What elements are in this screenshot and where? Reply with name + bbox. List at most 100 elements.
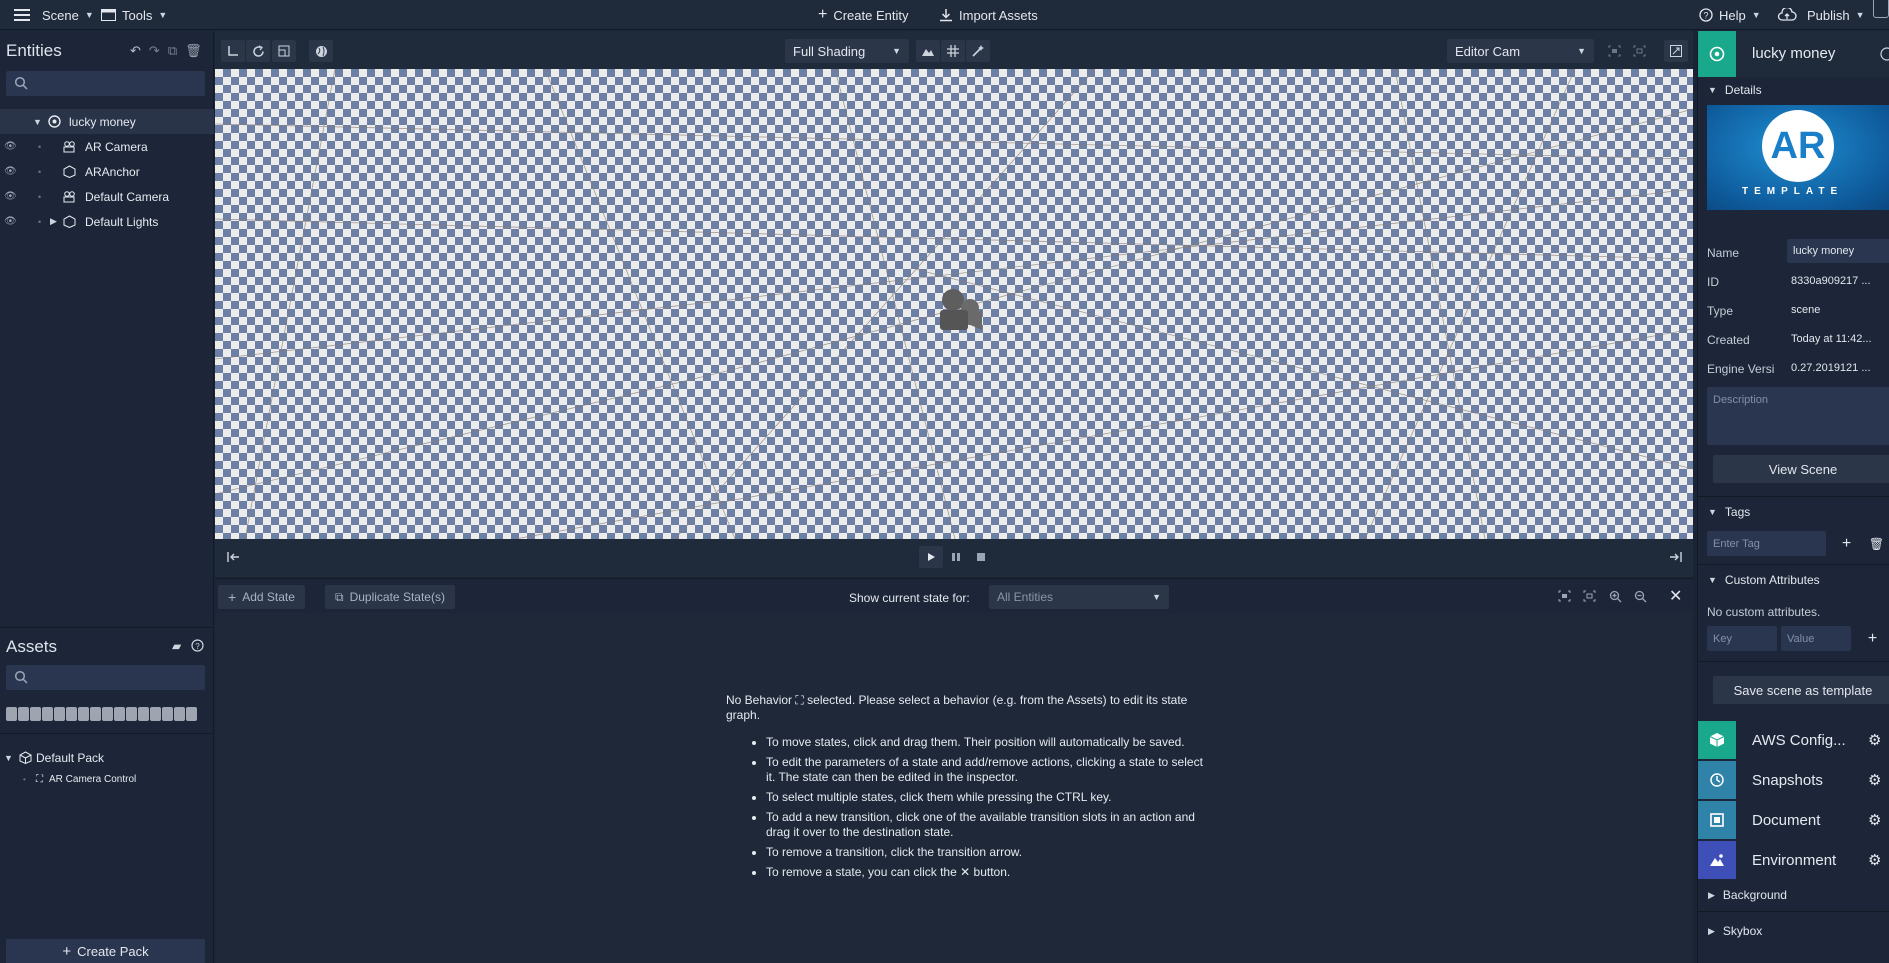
state-graph-canvas[interactable]: No Behavior ⛶ selected. Please select a … bbox=[215, 613, 1693, 963]
view-scene-button[interactable]: View Scene bbox=[1713, 455, 1889, 483]
create-pack-button[interactable]: + Create Pack bbox=[6, 939, 205, 963]
duplicate-icon[interactable]: ⧉ bbox=[168, 43, 177, 59]
filter-icon[interactable] bbox=[6, 707, 17, 721]
scene-viewport[interactable] bbox=[215, 69, 1693, 539]
filter-icon[interactable] bbox=[186, 707, 197, 721]
eye-icon[interactable]: 👁 bbox=[4, 216, 18, 227]
filter-icon[interactable] bbox=[30, 707, 41, 721]
import-assets-button[interactable]: Import Assets bbox=[939, 0, 1038, 30]
tree-item-default-camera[interactable]: 👁 • Default Camera bbox=[0, 184, 214, 209]
add-state-button[interactable]: + Add State bbox=[218, 585, 305, 609]
assets-search-input[interactable] bbox=[6, 665, 205, 690]
scene-menu[interactable]: Scene ▼ bbox=[14, 0, 94, 30]
fit-selection-icon[interactable] bbox=[1602, 40, 1626, 62]
filter-icon[interactable] bbox=[138, 707, 149, 721]
fit-all-icon[interactable] bbox=[1627, 40, 1651, 62]
tree-item-root[interactable]: ▼ lucky money bbox=[0, 109, 214, 134]
tools-menu[interactable]: Tools ▼ bbox=[101, 0, 167, 30]
filter-icon[interactable] bbox=[18, 707, 29, 721]
filter-icon[interactable] bbox=[66, 707, 77, 721]
filter-icon[interactable] bbox=[126, 707, 137, 721]
zoom-out-icon[interactable] bbox=[1628, 585, 1652, 607]
tag-input[interactable]: Enter Tag bbox=[1707, 531, 1826, 556]
close-icon[interactable]: ✕ bbox=[1669, 586, 1682, 606]
gear-icon[interactable]: ⚙ bbox=[1868, 771, 1881, 789]
eye-icon[interactable]: 👁 bbox=[4, 191, 18, 202]
help-menu[interactable]: ? Help ▼ bbox=[1699, 0, 1761, 30]
stop-button[interactable] bbox=[969, 546, 993, 568]
play-button[interactable] bbox=[919, 546, 943, 568]
scale-tool-icon[interactable] bbox=[272, 40, 296, 62]
globe-icon[interactable] bbox=[309, 40, 333, 62]
fit-selection-icon[interactable] bbox=[1552, 585, 1576, 607]
tree-item-ar-camera[interactable]: 👁 • AR Camera bbox=[0, 134, 214, 159]
filter-icon[interactable] bbox=[114, 707, 125, 721]
create-entity-button[interactable]: + Create Entity bbox=[818, 0, 909, 30]
entities-search-input[interactable] bbox=[6, 71, 205, 96]
add-tag-button[interactable]: + bbox=[1834, 531, 1859, 556]
asset-item-ar-camera-control[interactable]: • ⛶ AR Camera Control bbox=[0, 767, 214, 792]
camera-gizmo-icon[interactable] bbox=[930, 286, 990, 339]
skybox-section-header[interactable]: ▶ Skybox bbox=[1708, 924, 1762, 938]
background-section-header[interactable]: ▶ Background bbox=[1708, 888, 1787, 902]
help-icon[interactable]: ? bbox=[191, 639, 204, 652]
grid-icon[interactable] bbox=[941, 40, 965, 62]
fit-all-icon[interactable] bbox=[1577, 585, 1601, 607]
tree-item-aranchor[interactable]: 👁 • ARAnchor bbox=[0, 159, 214, 184]
zoom-in-icon[interactable] bbox=[1603, 585, 1627, 607]
filter-icon[interactable] bbox=[78, 707, 89, 721]
plugin-aws-config[interactable]: AWS Config... ⚙ bbox=[1698, 721, 1889, 759]
save-template-button[interactable]: Save scene as template bbox=[1713, 676, 1889, 704]
translate-tool-icon[interactable] bbox=[221, 40, 245, 62]
custom-attributes-section-header[interactable]: ▼ Custom Attributes bbox=[1708, 573, 1820, 587]
filter-icon[interactable] bbox=[54, 707, 65, 721]
lighting-icon[interactable] bbox=[916, 40, 940, 62]
plugin-snapshots[interactable]: Snapshots ⚙ bbox=[1698, 761, 1889, 799]
filter-icon[interactable] bbox=[102, 707, 113, 721]
attribute-key-input[interactable]: Key bbox=[1707, 626, 1777, 651]
plugin-document[interactable]: Document ⚙ bbox=[1698, 801, 1889, 839]
account-button[interactable] bbox=[1873, 0, 1889, 18]
filter-icon[interactable] bbox=[42, 707, 53, 721]
gear-icon[interactable]: ⚙ bbox=[1868, 731, 1881, 749]
camera-select[interactable]: Editor Cam ▼ bbox=[1447, 39, 1594, 63]
plugin-environment[interactable]: Environment ⚙ bbox=[1698, 841, 1889, 879]
pause-button[interactable] bbox=[944, 546, 968, 568]
id-label: ID bbox=[1707, 275, 1719, 289]
add-attribute-button[interactable]: + bbox=[1860, 626, 1885, 651]
name-input[interactable]: lucky money bbox=[1787, 239, 1889, 263]
delete-tag-button[interactable]: 🗑 bbox=[1864, 531, 1889, 556]
delete-icon[interactable]: 🗑 bbox=[185, 43, 202, 59]
magic-wand-icon[interactable] bbox=[966, 40, 990, 62]
gear-icon[interactable]: ⚙ bbox=[1868, 811, 1881, 829]
folder-icon[interactable]: ▰ bbox=[172, 639, 181, 653]
collapse-left-icon[interactable] bbox=[227, 550, 241, 567]
asset-type-filters[interactable] bbox=[6, 707, 216, 725]
state-entity-select[interactable]: All Entities ▼ bbox=[989, 585, 1169, 609]
tree-item-default-lights[interactable]: 👁 • ▶ Default Lights bbox=[0, 209, 214, 234]
created-value: Today at 11:42... bbox=[1791, 333, 1872, 345]
camera-select-value: Editor Cam bbox=[1455, 43, 1521, 59]
expand-icon[interactable] bbox=[1664, 40, 1688, 62]
details-section-header[interactable]: ▼ Details bbox=[1708, 83, 1762, 97]
eye-icon[interactable]: 👁 bbox=[4, 141, 18, 152]
tags-section-header[interactable]: ▼ Tags bbox=[1708, 505, 1750, 519]
publish-menu[interactable]: Publish ▼ bbox=[1777, 0, 1865, 30]
shading-select[interactable]: Full Shading ▼ bbox=[785, 39, 909, 63]
attribute-value-input[interactable]: Value bbox=[1781, 626, 1851, 651]
eye-icon[interactable]: 👁 bbox=[4, 166, 18, 177]
undo-icon[interactable]: ↶ bbox=[130, 43, 141, 59]
help-icon[interactable] bbox=[1880, 47, 1889, 61]
duplicate-state-button[interactable]: ⧉ Duplicate State(s) bbox=[325, 585, 455, 609]
gear-icon[interactable]: ⚙ bbox=[1868, 851, 1881, 869]
rotate-tool-icon[interactable] bbox=[246, 40, 270, 62]
collapse-right-icon[interactable] bbox=[1668, 550, 1682, 567]
filter-icon[interactable] bbox=[162, 707, 173, 721]
redo-icon[interactable]: ↷ bbox=[149, 43, 160, 59]
description-textarea[interactable]: Description bbox=[1707, 387, 1889, 445]
filter-icon[interactable] bbox=[174, 707, 185, 721]
filter-icon[interactable] bbox=[90, 707, 101, 721]
filter-icon[interactable] bbox=[150, 707, 161, 721]
chevron-right-icon[interactable]: ▶ bbox=[50, 216, 57, 227]
shading-select-value: Full Shading bbox=[793, 43, 866, 59]
